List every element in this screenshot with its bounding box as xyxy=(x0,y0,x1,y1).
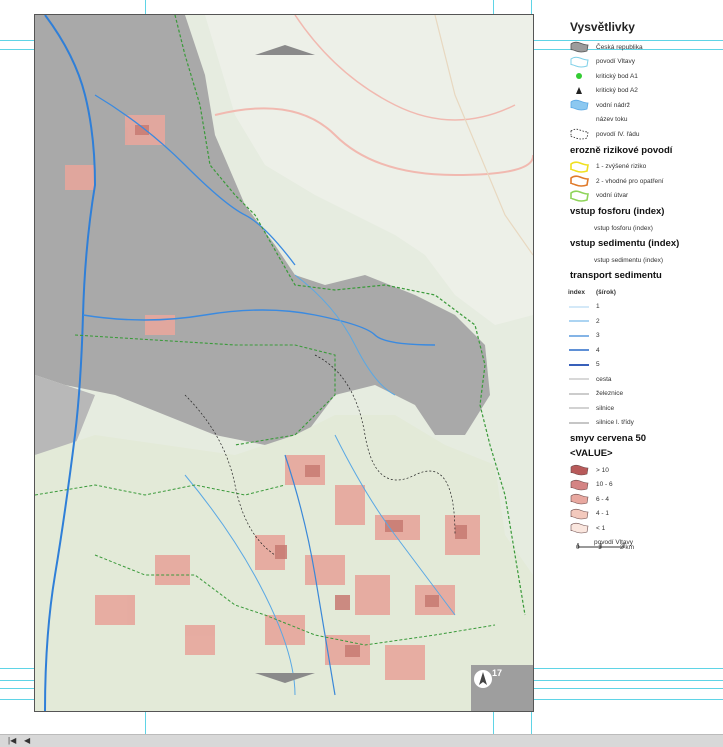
legend-line-0-icon xyxy=(568,373,590,385)
legend-washout-1: 10 - 6 xyxy=(568,478,718,493)
legend-basic-6: povodí IV. řádu xyxy=(568,127,718,142)
legend-erosion-1-label: 2 - vhodné pro opatření xyxy=(596,177,664,185)
map-frame[interactable] xyxy=(34,14,534,712)
legend-washout-1-icon xyxy=(568,479,590,491)
legend-basic-3: kritický bod A2 xyxy=(568,84,718,99)
legend-erosion-0-label: 1 - zvýšené riziko xyxy=(596,163,647,171)
legend-basic-4-label: vodní nádrž xyxy=(596,101,630,109)
legend-washout-1-label: 10 - 6 xyxy=(596,481,613,489)
legend-line-3-label: silnice I. třídy xyxy=(596,419,634,427)
legend-washout-0-label: > 10 xyxy=(596,466,609,474)
legend-transport-3-label: 4 xyxy=(596,346,600,354)
legend-basic-4: vodní nádrž xyxy=(568,98,718,113)
legend-line-2-icon xyxy=(568,402,590,414)
legend-line-3-icon xyxy=(568,417,590,429)
legend-basic-3-label: kritický bod A2 xyxy=(596,87,638,95)
legend-washout-0: > 10 xyxy=(568,463,718,478)
legend-washout-3: 4 - 1 xyxy=(568,507,718,522)
scale-label-1: 1 xyxy=(598,544,602,551)
legend-transport-4: 5 xyxy=(568,358,718,373)
legend-washout-4-label: < 1 xyxy=(596,524,606,532)
legend-line-3: silnice I. třídy xyxy=(568,416,718,431)
legend-basic-0-label: Česká republika xyxy=(596,43,643,51)
legend-basic-5: název toku xyxy=(568,113,718,128)
legend-basic-2-label: kritický bod A1 xyxy=(596,72,638,80)
nav-prev-icon[interactable]: ◀ xyxy=(24,736,30,745)
legend-erosion-2-icon xyxy=(568,190,590,202)
legend-transport-1-label: 2 xyxy=(596,317,600,325)
washout-title: smyv cervena 50 xyxy=(570,433,647,444)
legend-basic-2: kritický bod A1 xyxy=(568,69,718,84)
legend-basic-0: Česká republika xyxy=(568,40,718,55)
legend-panel: Vysvětlivky Česká republika povodí Vltavy… xyxy=(568,20,718,550)
legend-transport-1: 2 xyxy=(568,314,718,329)
legend-transport-2-icon xyxy=(568,330,590,342)
legend-line-2-label: silnice xyxy=(596,404,615,412)
transport-header: index (šírok) xyxy=(568,285,718,300)
legend-basic-5-label: název toku xyxy=(596,116,628,124)
legend-line-1-icon xyxy=(568,388,590,400)
scale-label-2: 2 km xyxy=(620,544,635,551)
legend-transport-0: 1 xyxy=(568,300,718,315)
status-bar xyxy=(0,734,723,747)
legend-line-0: cesta xyxy=(568,372,718,387)
legend-erosion-0-icon xyxy=(568,161,590,173)
legend-washout-3-icon xyxy=(568,508,590,520)
legend-basic-1-icon xyxy=(568,56,590,68)
legend-washout-4-icon xyxy=(568,522,590,534)
legend-basic-5-icon xyxy=(568,114,590,126)
legend-washout-4: < 1 xyxy=(568,521,718,536)
legend-washout-2-label: 6 - 4 xyxy=(596,495,610,503)
legend-basic-3-icon xyxy=(568,85,590,97)
legend-washout-3-label: 4 - 1 xyxy=(596,510,610,518)
legend-erosion-0: 1 - zvýšené riziko xyxy=(568,160,718,175)
transport-header-width: (šírok) xyxy=(596,288,616,296)
legend-basic-4-icon xyxy=(568,99,590,111)
legend-line-0-label: cesta xyxy=(596,375,612,383)
sediment-title: vstup sedimentu (index) xyxy=(570,238,680,249)
legend-transport-2: 3 xyxy=(568,329,718,344)
legend-basic-6-label: povodí IV. řádu xyxy=(596,130,640,138)
legend-transport-0-icon xyxy=(568,301,590,313)
erosion-title: erozně rizikové povodí xyxy=(570,144,673,156)
nav-first-icon[interactable]: |◀ xyxy=(8,736,16,745)
transport-header-index: index xyxy=(568,288,585,296)
washout-value: <VALUE> xyxy=(570,448,613,459)
legend-transport-0-label: 1 xyxy=(596,303,600,311)
legend-erosion-2-label: vodní útvar xyxy=(596,192,629,200)
scale-label-0: 0 xyxy=(576,544,580,551)
page-number: 17 xyxy=(492,668,503,678)
scale-bar: 0 1 2 km xyxy=(576,536,636,554)
legend-transport-4-icon xyxy=(568,359,590,371)
phosphorus-title: vstup fosforu (index) xyxy=(570,206,665,217)
legend-title: Vysvětlivky xyxy=(570,20,635,34)
legend-line-1-label: železnice xyxy=(596,390,624,398)
legend-washout-2-icon xyxy=(568,493,590,505)
phosphorus-sub: vstup fosforu (index) xyxy=(594,224,653,232)
legend-basic-1-label: povodí Vltavy xyxy=(596,58,636,66)
legend-washout-2: 6 - 4 xyxy=(568,492,718,507)
map-canvas xyxy=(35,15,533,711)
legend-line-1: železnice xyxy=(568,387,718,402)
sediment-sub: vstup sedimentu (index) xyxy=(594,256,664,264)
legend-erosion-1-icon xyxy=(568,175,590,188)
transport-title: transport sedimentu xyxy=(570,270,662,281)
legend-erosion-1: 2 - vhodné pro opatření xyxy=(568,174,718,189)
legend-basic-0-icon xyxy=(568,41,590,53)
legend-transport-3: 4 xyxy=(568,343,718,358)
legend-basic-1: povodí Vltavy xyxy=(568,55,718,70)
legend-line-2: silnice xyxy=(568,401,718,416)
legend-transport-1-icon xyxy=(568,315,590,327)
legend-transport-4-label: 5 xyxy=(596,361,600,369)
legend-basic-2-icon xyxy=(568,70,590,82)
legend-transport-3-icon xyxy=(568,344,590,356)
legend-transport-2-label: 3 xyxy=(596,332,600,340)
legend-basic-6-icon xyxy=(568,128,590,140)
legend-erosion-2: vodní útvar xyxy=(568,189,718,204)
legend-washout-0-icon xyxy=(568,464,590,476)
